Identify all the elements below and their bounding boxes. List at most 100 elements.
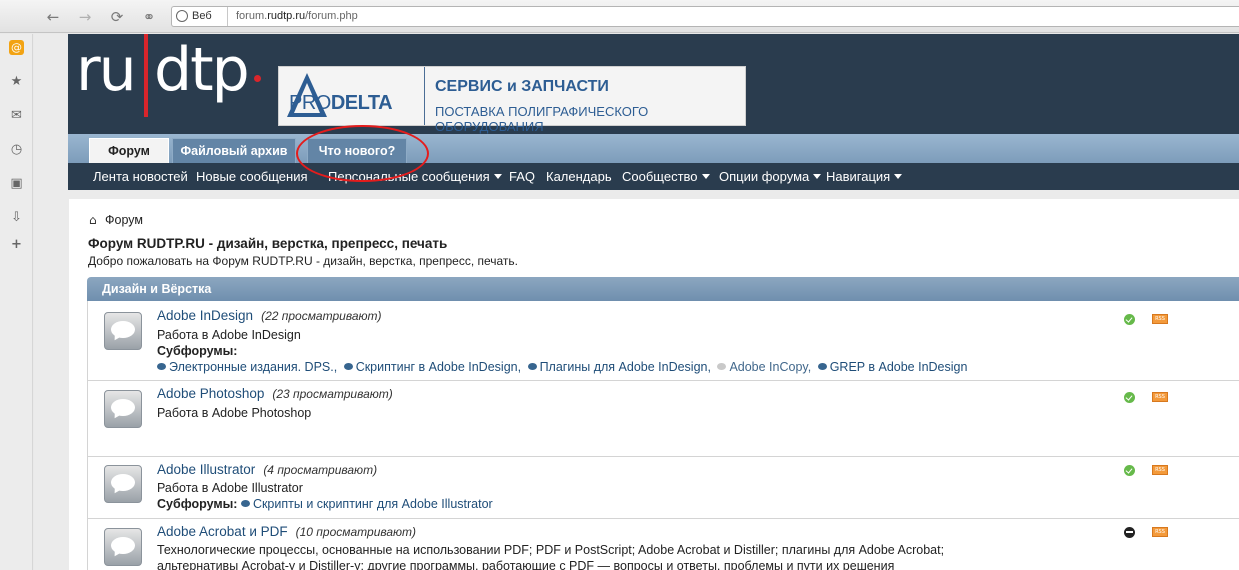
- subnav-community-label: Сообщество: [622, 169, 698, 184]
- subnav-new-posts[interactable]: Новые сообщения: [196, 163, 308, 190]
- rss-icon[interactable]: RSS: [1152, 314, 1168, 324]
- note-icon[interactable]: ▣: [9, 176, 24, 191]
- subforum-bubble-icon: [717, 363, 727, 370]
- forum-description: Технологические процессы, основанные на …: [157, 543, 945, 557]
- clock-icon[interactable]: ◷: [9, 142, 24, 157]
- forward-icon[interactable]: →: [75, 7, 95, 27]
- highlight-circle: [296, 125, 429, 182]
- globe-icon: [176, 10, 188, 22]
- home-icon[interactable]: ⌂: [89, 213, 101, 227]
- chevron-down-icon: [701, 174, 710, 179]
- forum-name[interactable]: Adobe Acrobat и PDF: [157, 524, 288, 539]
- subforum-link[interactable]: Скриптинг в Adobe InDesign,: [343, 360, 522, 374]
- url-text[interactable]: forum.rudtp.ru/forum.php: [236, 7, 358, 26]
- tab-strip: Форум Файловый архив Что нового?: [68, 134, 1239, 163]
- forum-bubble-icon: [104, 465, 142, 503]
- url-path: /forum.php: [305, 10, 358, 22]
- tab-forum[interactable]: Форум: [89, 138, 169, 163]
- forum-viewers: (22 просматривают): [261, 309, 382, 323]
- mail-at-icon[interactable]: @: [9, 40, 24, 55]
- subforum-link[interactable]: Электронные издания. DPS.,: [157, 360, 337, 374]
- forum-row: Adobe Illustrator (4 просматривают) Работ…: [87, 457, 1239, 519]
- banner-title: СЕРВИС и ЗАПЧАСТИ: [435, 78, 609, 95]
- envelope-icon[interactable]: ✉: [9, 108, 24, 123]
- forum-link[interactable]: Adobe Photoshop (23 просматривают): [157, 386, 393, 401]
- subnav-navigation[interactable]: Навигация: [826, 163, 903, 190]
- subnav-forum-options-label: Опции форума: [719, 169, 810, 184]
- forum-viewers: (4 просматривают): [263, 463, 378, 477]
- forum-name[interactable]: Adobe InDesign: [157, 308, 253, 323]
- subforums-label: Субфорумы:: [157, 344, 238, 358]
- subforum-label: GREP в Adobe InDesign: [829, 360, 968, 374]
- site-logo[interactable]: ru dtp: [76, 34, 261, 130]
- logo-bar: [144, 34, 148, 117]
- subforums-list: Электронные издания. DPS., Скриптинг в A…: [157, 360, 970, 374]
- subforum-label: Скриптинг в Adobe InDesign,: [355, 360, 522, 374]
- forum-name[interactable]: Adobe Photoshop: [157, 386, 264, 401]
- subforums-label: Субфорумы:: [157, 497, 238, 511]
- breadcrumb-label: Форум: [105, 213, 143, 227]
- forum-row: Adobe InDesign (22 просматривают) Работа …: [87, 301, 1239, 381]
- reload-icon[interactable]: ⟳: [107, 7, 127, 27]
- url-prefix: forum.: [236, 10, 268, 22]
- page-description: Добро пожаловать на Форум RUDTP.RU - диз…: [88, 254, 519, 268]
- forum-row: Adobe Acrobat и PDF (10 просматривают) Те…: [87, 519, 1239, 570]
- subforum-link[interactable]: GREP в Adobe InDesign: [817, 360, 968, 374]
- subforum-bubble-icon: [240, 500, 250, 507]
- address-bar[interactable]: Веб forum.rudtp.ru/forum.php: [171, 6, 1239, 27]
- subforum-label: Плагины для Adobe InDesign,: [539, 360, 711, 374]
- forum-content: ⌂ Форум Форум RUDTP.RU - дизайн, верстка,…: [69, 199, 1239, 570]
- plus-icon[interactable]: +: [9, 237, 24, 252]
- forum-viewers: (23 просматривают): [272, 387, 393, 401]
- subnav-calendar[interactable]: Календарь: [546, 163, 612, 190]
- site-header: ru dtp PRODELTA СЕРВИС и ЗАПЧАСТИ ПОСТАВ…: [68, 34, 1239, 190]
- subforum-link[interactable]: Скрипты и скриптинг для Adobe Illustrato…: [240, 497, 493, 511]
- subforum-bubble-icon: [527, 363, 537, 370]
- forum-link[interactable]: Adobe Illustrator (4 просматривают): [157, 462, 377, 477]
- forum-bubble-icon: [104, 390, 142, 428]
- chevron-down-icon: [493, 174, 502, 179]
- web-chip[interactable]: Веб: [172, 7, 228, 26]
- forum-description: Работа в Adobe InDesign: [157, 328, 301, 342]
- page-title: Форум RUDTP.RU - дизайн, верстка, препре…: [88, 236, 448, 251]
- star-icon[interactable]: ★: [9, 74, 24, 89]
- browser-toolbar: ← → ⟳ ⚭ Веб forum.rudtp.ru/forum.php: [0, 0, 1239, 33]
- logo-left-text: ru: [76, 35, 137, 105]
- forum-name[interactable]: Adobe Illustrator: [157, 462, 255, 477]
- subforum-link[interactable]: Adobe InCopy,: [717, 360, 811, 374]
- banner-logo: PRODELTA: [279, 67, 425, 125]
- rss-icon[interactable]: RSS: [1152, 465, 1168, 475]
- status-closed-icon: [1124, 527, 1135, 538]
- forum-link[interactable]: Adobe Acrobat и PDF (10 просматривают): [157, 524, 416, 539]
- status-ok-icon: [1124, 314, 1135, 325]
- key-icon[interactable]: ⚭: [139, 7, 159, 27]
- subforum-label: Adobe InCopy,: [729, 360, 812, 374]
- forum-viewers: (10 просматривают): [295, 525, 417, 539]
- subforum-bubble-icon: [157, 363, 166, 370]
- breadcrumb[interactable]: ⌂ Форум: [89, 213, 143, 227]
- forum-row: Adobe Photoshop (23 просматривают) Работа…: [87, 381, 1239, 457]
- banner-brand-pro: PRO: [289, 92, 331, 114]
- rss-icon[interactable]: RSS: [1152, 527, 1168, 537]
- back-icon[interactable]: ←: [43, 7, 63, 27]
- forum-description-line-2: альтернативы Acrobat-у и Distiller-у; др…: [157, 559, 895, 570]
- subnav-community[interactable]: Сообщество: [622, 163, 710, 190]
- prodelta-banner[interactable]: PRODELTA СЕРВИС и ЗАПЧАСТИ ПОСТАВКА ПОЛИ…: [278, 66, 746, 134]
- subforum-label: Скрипты и скриптинг для Adobe Illustrato…: [252, 497, 493, 511]
- forum-link[interactable]: Adobe InDesign (22 просматривают): [157, 308, 382, 323]
- sub-navigation: Лента новостей Новые сообщения Персональ…: [68, 163, 1239, 190]
- tab-file-archive[interactable]: Файловый архив: [172, 138, 296, 163]
- banner-brand-delta: DELTA: [330, 92, 393, 114]
- subforum-bubble-icon: [817, 363, 827, 370]
- rss-icon[interactable]: RSS: [1152, 392, 1168, 402]
- download-icon[interactable]: ⇩: [9, 210, 24, 225]
- subforum-link[interactable]: Плагины для Adobe InDesign,: [527, 360, 711, 374]
- chevron-down-icon: [813, 174, 822, 179]
- subnav-forum-options[interactable]: Опции форума: [719, 163, 822, 190]
- chevron-down-icon: [894, 174, 903, 179]
- subnav-faq[interactable]: FAQ: [509, 163, 535, 190]
- category-header[interactable]: Дизайн и Вёрстка: [87, 277, 1239, 301]
- browser-side-bar: @ ★ ✉ ◷ ▣ ⇩ +: [0, 34, 33, 570]
- subnav-news-feed[interactable]: Лента новостей: [93, 163, 188, 190]
- subforum-label: Электронные издания. DPS.,: [169, 360, 338, 374]
